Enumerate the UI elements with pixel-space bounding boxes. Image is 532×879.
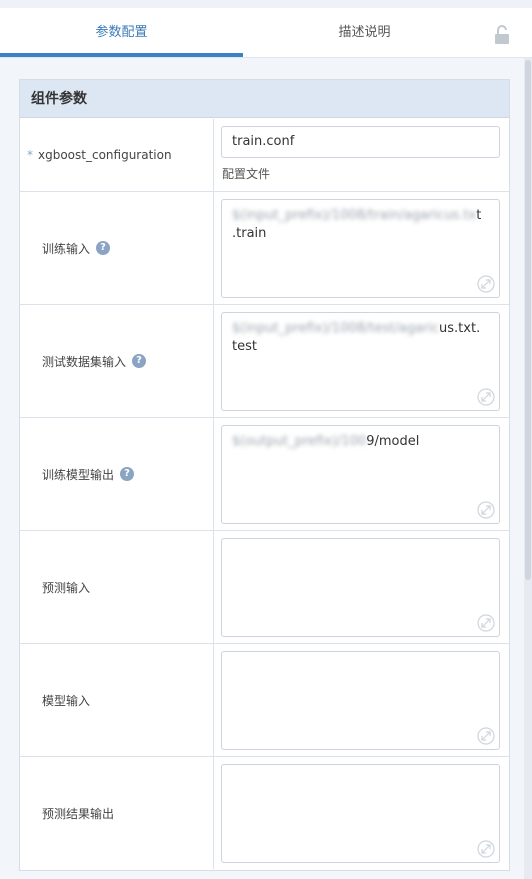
param-row-predict-output: 预测结果输出 [20,757,509,869]
question-icon[interactable]: ? [120,467,135,481]
model-input-textarea[interactable] [221,651,500,750]
model-output-textarea[interactable]: $(output_prefix)/1009/model [221,425,500,524]
params-panel: 组件参数 * xgboost_configuration train.conf … [19,79,510,871]
tab-description[interactable]: 描述说明 [243,8,486,57]
test-input-textarea[interactable]: $(input_prefix)/1008/test/agaricus.txt. … [221,312,500,411]
question-icon[interactable]: ? [132,354,147,368]
resize-icon[interactable] [477,388,495,406]
resize-icon[interactable] [477,275,495,293]
redacted-path: $(input_prefix)/1008/test/agaric [232,321,440,336]
resize-icon[interactable] [477,501,495,519]
resize-icon[interactable] [477,614,495,632]
param-label: 训练输入 [42,241,91,256]
param-label: 预测输入 [42,580,91,595]
param-row-test-input: 测试数据集输入 ? $(input_prefix)/1008/test/agar… [20,305,509,418]
param-row-predict-input: 预测输入 [20,531,509,644]
param-label: xgboost_configuration [38,148,172,162]
param-label: 训练模型输出 [42,467,115,482]
train-input-textarea[interactable]: $(input_prefix)/1008/train/agaricus.txt … [221,199,500,298]
resize-icon[interactable] [477,727,495,745]
param-label: 模型输入 [42,693,91,708]
scrollbar-thumb[interactable] [525,60,531,580]
param-row-train-input: 训练输入 ? $(input_prefix)/1008/train/agaric… [20,192,509,305]
tab-bar: 参数配置 描述说明 [0,8,532,58]
lock-icon[interactable] [494,25,510,45]
content-area: 组件参数 * xgboost_configuration train.conf … [0,58,520,879]
redacted-path: $(input_prefix)/1008/train/agaricus.tx [232,208,477,223]
param-row-model-output: 训练模型输出 ? $(output_prefix)/1009/model [20,418,509,531]
param-row-model-input: 模型输入 [20,644,509,757]
redacted-path: $(output_prefix)/100 [232,434,367,449]
predict-input-textarea[interactable] [221,538,500,637]
active-tab-indicator [0,53,243,57]
field-hint: 配置文件 [222,167,271,181]
xgboost-configuration-input[interactable]: train.conf [221,126,500,158]
panel-title: 组件参数 [20,80,509,118]
param-row-xgboost-configuration: * xgboost_configuration train.conf 配置文件 [20,119,509,192]
predict-output-textarea[interactable] [221,764,500,863]
param-label: 测试数据集输入 [42,354,127,369]
tab-params[interactable]: 参数配置 [0,8,243,57]
required-asterisk: * [27,148,33,162]
question-icon[interactable]: ? [96,241,111,255]
param-label: 预测结果输出 [42,806,115,821]
resize-icon[interactable] [477,840,495,858]
